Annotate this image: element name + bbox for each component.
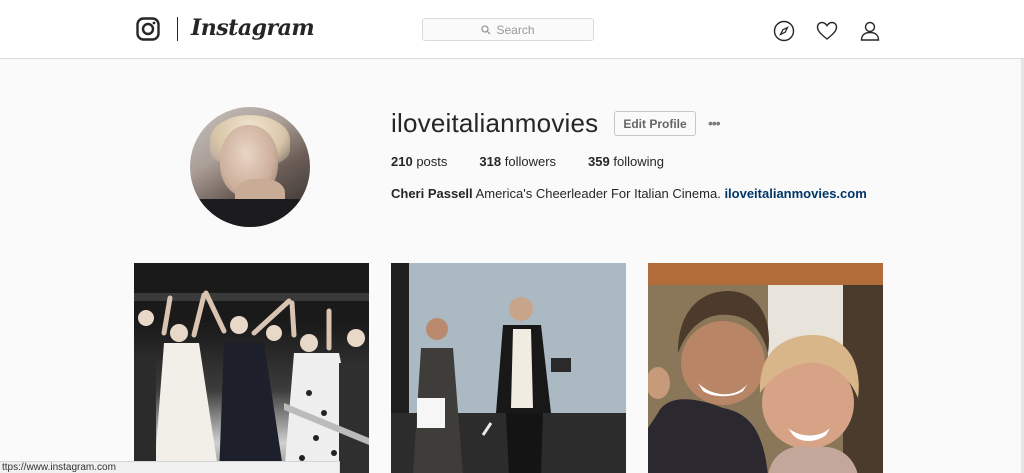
bio-name: Cheri Passell bbox=[391, 186, 473, 201]
posts-count: 210 posts bbox=[391, 154, 448, 169]
top-navigation-bar: Instagram Search bbox=[0, 0, 1024, 59]
more-options-icon[interactable]: ••• bbox=[708, 115, 721, 131]
bio-website-link[interactable]: iloveitalianmovies.com bbox=[724, 186, 866, 201]
profile-icon[interactable] bbox=[859, 20, 881, 42]
bio-text: America's Cheerleader For Italian Cinema… bbox=[475, 186, 721, 201]
post-thumbnail[interactable] bbox=[134, 263, 369, 473]
avatar-shirt bbox=[190, 199, 310, 227]
post-thumbnail[interactable] bbox=[648, 263, 883, 473]
search-placeholder: Search bbox=[496, 22, 535, 37]
profile-bio: Cheri Passell America's Cheerleader For … bbox=[391, 186, 867, 201]
followers-count[interactable]: 318 followers bbox=[479, 154, 556, 169]
post-image-selfie bbox=[648, 263, 883, 473]
browser-status-url: ttps://www.instagram.com bbox=[0, 461, 340, 473]
heart-icon[interactable] bbox=[816, 20, 838, 42]
search-input[interactable]: Search bbox=[422, 18, 594, 41]
logo-divider bbox=[177, 17, 178, 41]
search-icon bbox=[481, 24, 491, 34]
instagram-camera-icon[interactable] bbox=[136, 17, 160, 41]
profile-stats: 210 posts 318 followers 359 following bbox=[391, 154, 696, 169]
post-thumbnail[interactable] bbox=[391, 263, 626, 473]
profile-username: iloveitalianmovies bbox=[391, 108, 599, 138]
following-count[interactable]: 359 following bbox=[588, 154, 664, 169]
compass-icon[interactable] bbox=[773, 20, 795, 42]
profile-avatar[interactable] bbox=[190, 107, 310, 227]
edit-profile-button[interactable]: Edit Profile bbox=[614, 111, 696, 136]
post-image-stage-women bbox=[391, 263, 626, 473]
post-image-stage-cast bbox=[134, 263, 369, 473]
instagram-wordmark[interactable]: Instagram bbox=[191, 15, 315, 41]
